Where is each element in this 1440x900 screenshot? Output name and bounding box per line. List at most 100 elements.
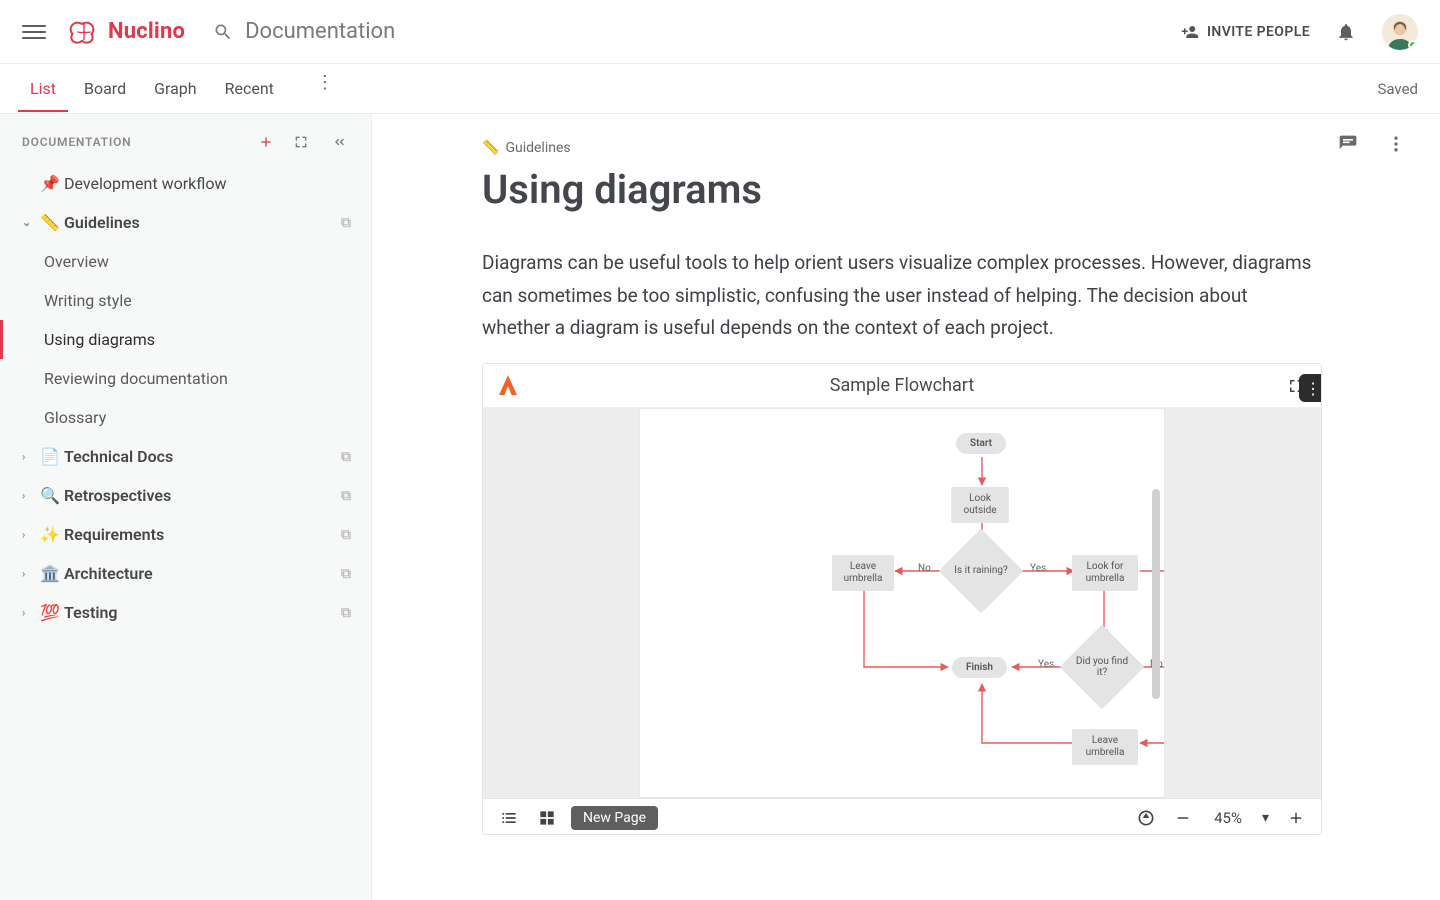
embed-more-button[interactable]: ⋮	[1299, 374, 1322, 402]
embed-pages-panel	[483, 408, 639, 798]
flowchart-canvas[interactable]: Start Look outside Is it raining? Leave …	[639, 408, 1165, 798]
add-item-button[interactable]	[257, 134, 275, 150]
sidebar-item-label: Retrospectives	[64, 486, 335, 505]
embed-scrollbar[interactable]	[1152, 489, 1160, 699]
breadcrumb[interactable]: 📏 Guidelines	[482, 140, 1340, 156]
embed-right-gutter	[1165, 408, 1321, 798]
sidebar: DOCUMENTATION › 📌 Development workflow ⌄…	[0, 114, 372, 900]
sidebar-item-requirements[interactable]: › ✨ Requirements ⧉	[0, 515, 371, 554]
page-icon: 📄	[40, 447, 58, 466]
flowchart-node-did-find[interactable]: Did you find it?	[1072, 637, 1132, 697]
chevrons-left-icon	[331, 134, 347, 150]
copy-icon[interactable]: ⧉	[341, 488, 351, 504]
workspace-search[interactable]: Documentation	[213, 19, 1181, 44]
tab-recent[interactable]: Recent	[225, 66, 274, 111]
expand-tree-button[interactable]	[289, 134, 313, 150]
plus-icon	[258, 134, 274, 150]
embed-list-view-button[interactable]	[495, 804, 523, 832]
sparkle-icon: ✨	[40, 525, 58, 544]
copy-icon[interactable]: ⧉	[341, 449, 351, 465]
chevron-down-icon: ⌄	[22, 216, 34, 229]
copy-icon[interactable]: ⧉	[341, 527, 351, 543]
sidebar-item-label: Guidelines	[64, 213, 335, 232]
sidebar-item-label: Testing	[64, 603, 335, 622]
hundred-icon: 💯	[40, 603, 58, 622]
embed-new-page-button[interactable]: New Page	[571, 806, 658, 830]
brand-name: Nuclino	[108, 19, 185, 44]
copy-icon[interactable]: ⧉	[341, 605, 351, 621]
embed-zoom-dropdown[interactable]: ▾	[1258, 806, 1273, 830]
embed-zoom-value: 45%	[1206, 809, 1248, 827]
edge-label-no: No	[918, 563, 931, 574]
flowchart-node-finish[interactable]: Finish	[952, 657, 1007, 678]
ruler-icon: 📏	[482, 140, 499, 156]
body-paragraph: Diagrams can be useful tools to help ori…	[482, 247, 1312, 345]
lucidchart-icon	[499, 375, 517, 397]
sidebar-item-label: Technical Docs	[64, 447, 335, 466]
search-icon	[213, 22, 233, 42]
chevron-right-icon: ›	[22, 450, 34, 463]
invite-people-button[interactable]: INVITE PEOPLE	[1181, 23, 1310, 41]
sidebar-item-label: Requirements	[64, 525, 335, 544]
tab-board[interactable]: Board	[84, 66, 126, 111]
sidebar-item-overview[interactable]: Overview	[0, 242, 371, 281]
flowchart-node-look-outside[interactable]: Look outside	[951, 487, 1009, 523]
flowchart-node-look-for-umbrella[interactable]: Look for umbrella	[1072, 555, 1138, 591]
minus-icon	[1174, 809, 1192, 827]
sidebar-item-pinned[interactable]: › 📌 Development workflow	[0, 164, 371, 203]
view-tabs: List Board Graph Recent ⋮	[30, 66, 1377, 111]
flowchart-node-leave-umbrella[interactable]: Leave umbrella	[832, 555, 894, 591]
tab-graph[interactable]: Graph	[154, 66, 197, 111]
collapse-sidebar-button[interactable]	[327, 134, 351, 150]
save-status: Saved	[1377, 80, 1418, 98]
target-icon	[1136, 808, 1156, 828]
copy-icon[interactable]: ⧉	[341, 215, 351, 231]
grid-icon	[537, 808, 557, 828]
sidebar-item-guidelines[interactable]: ⌄ 📏 Guidelines ⧉	[0, 203, 371, 242]
sidebar-item-testing[interactable]: › 💯 Testing ⧉	[0, 593, 371, 632]
embed-grid-view-button[interactable]	[533, 804, 561, 832]
document-content: 📏 Guidelines Using diagrams Diagrams can…	[372, 114, 1440, 900]
sidebar-item-using-diagrams[interactable]: Using diagrams	[0, 320, 371, 359]
user-avatar[interactable]	[1382, 14, 1418, 50]
sidebar-item-architecture[interactable]: › 🏛️ Architecture ⧉	[0, 554, 371, 593]
brain-icon	[68, 18, 100, 46]
page-title: Using diagrams	[482, 166, 1340, 213]
flowchart-node-is-raining[interactable]: Is it raining?	[951, 541, 1011, 601]
expand-icon	[293, 134, 309, 150]
edge-label-yes: Yes	[1038, 659, 1054, 670]
sidebar-section-title: DOCUMENTATION	[22, 135, 257, 149]
chevron-right-icon: ›	[22, 606, 34, 619]
embed-target-button[interactable]	[1132, 804, 1160, 832]
sidebar-item-retrospectives[interactable]: › 🔍 Retrospectives ⧉	[0, 476, 371, 515]
magnifier-icon: 🔍	[40, 486, 58, 505]
tabs-overflow-menu[interactable]: ⋮	[310, 66, 340, 111]
ruler-icon: 📏	[40, 213, 58, 232]
sidebar-item-technical-docs[interactable]: › 📄 Technical Docs ⧉	[0, 437, 371, 476]
more-vertical-icon[interactable]	[1386, 134, 1406, 154]
chevron-right-icon: ›	[22, 489, 34, 502]
embed-title: Sample Flowchart	[527, 375, 1277, 396]
person-add-icon	[1181, 23, 1199, 41]
sidebar-item-reviewing-documentation[interactable]: Reviewing documentation	[0, 359, 371, 398]
comments-icon[interactable]	[1338, 134, 1358, 154]
copy-icon[interactable]: ⧉	[341, 566, 351, 582]
brand-logo[interactable]: Nuclino	[68, 18, 185, 46]
tab-list[interactable]: List	[30, 66, 56, 111]
chevron-right-icon: ›	[22, 567, 34, 580]
sidebar-item-writing-style[interactable]: Writing style	[0, 281, 371, 320]
presence-indicator	[1408, 40, 1418, 50]
flowchart-node-start[interactable]: Start	[956, 433, 1006, 454]
bell-icon[interactable]	[1336, 21, 1356, 43]
pin-icon: 📌	[40, 174, 58, 193]
embed-zoom-out-button[interactable]	[1170, 805, 1196, 831]
hamburger-menu-button[interactable]	[22, 20, 46, 44]
flowchart-embed: ⋮ Sample Flowchart	[482, 363, 1322, 835]
flowchart-node-leave-umbrella-2[interactable]: Leave umbrella	[1072, 729, 1138, 765]
plus-icon	[1287, 809, 1305, 827]
edge-label-yes: Yes	[1030, 563, 1046, 574]
invite-label: INVITE PEOPLE	[1207, 24, 1310, 40]
sidebar-item-glossary[interactable]: Glossary	[0, 398, 371, 437]
embed-zoom-in-button[interactable]	[1283, 805, 1309, 831]
list-icon	[499, 808, 519, 828]
